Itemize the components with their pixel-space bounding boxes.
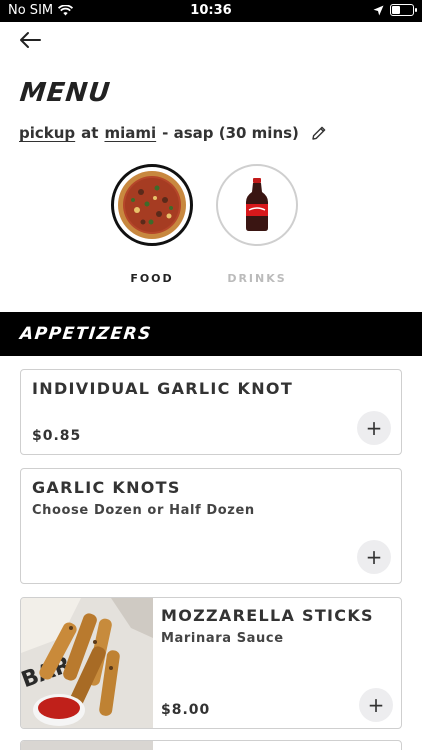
menu-item-card[interactable]: INDIVIDUAL GARLIC KNOT $0.85 +: [20, 369, 402, 455]
category-food[interactable]: FOOD: [111, 164, 193, 285]
section-header: APPETIZERS: [0, 312, 422, 356]
category-food-circle: [111, 164, 193, 246]
status-time: 10:36: [190, 3, 232, 18]
location-arrow-icon: [373, 5, 384, 15]
arrow-left-icon: [20, 32, 41, 48]
status-bar: No SIM 10:36: [0, 0, 422, 22]
page-title: MENU: [18, 78, 113, 108]
pencil-icon[interactable]: [311, 125, 327, 141]
soda-bottle-icon: [246, 178, 268, 231]
order-timing: - asap (30 mins): [162, 124, 299, 142]
back-button[interactable]: [18, 30, 46, 54]
add-item-button[interactable]: +: [357, 411, 391, 445]
add-item-button[interactable]: +: [357, 540, 391, 574]
category-drinks[interactable]: DRINKS: [216, 164, 298, 285]
menu-item-name: MOZZARELLA STICKS: [161, 606, 374, 625]
category-drinks-label: DRINKS: [227, 272, 287, 285]
menu-item-price: $8.00: [161, 702, 211, 718]
battery-icon: [390, 4, 417, 16]
mozzarella-sticks-photo: BAR: [21, 598, 153, 728]
menu-item-price: $0.85: [32, 428, 82, 444]
order-info: pickup at miami - asap (30 mins): [19, 124, 327, 142]
menu-item-card[interactable]: GARLIC KNOTS Choose Dozen or Half Dozen …: [20, 468, 402, 584]
menu-item-description: Marinara Sauce: [161, 631, 284, 646]
menu-item-name: GARLIC KNOTS: [32, 478, 181, 497]
menu-item-name: INDIVIDUAL GARLIC KNOT: [32, 379, 294, 398]
menu-item-photo: [21, 741, 153, 750]
menu-item-description: Choose Dozen or Half Dozen: [32, 503, 255, 518]
order-at-text: at: [81, 124, 99, 142]
menu-item-card[interactable]: BAR MOZZARELLA STICKS Marinara Sauce $8.…: [20, 597, 402, 729]
add-item-button[interactable]: +: [359, 688, 393, 722]
order-mode-link[interactable]: pickup: [19, 124, 75, 142]
battery-fill: [392, 6, 400, 14]
category-food-label: FOOD: [130, 272, 174, 285]
menu-item-card[interactable]: [20, 740, 402, 750]
pizza-icon: [118, 171, 186, 239]
status-right: [373, 4, 417, 16]
section-title: APPETIZERS: [18, 324, 153, 344]
order-location-link[interactable]: miami: [104, 124, 156, 142]
category-drinks-circle: [216, 164, 298, 246]
